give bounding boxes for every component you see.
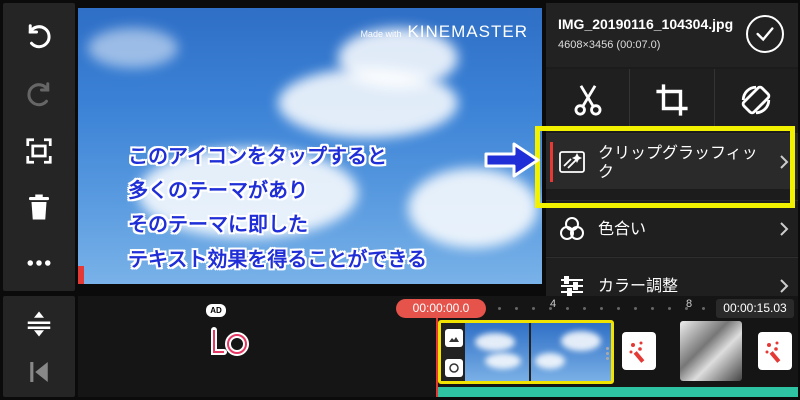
ruler-tick-4: 4: [550, 298, 557, 310]
magic-wand-icon: [765, 341, 781, 363]
watermark: Made with KINEMASTER: [360, 22, 528, 42]
menu-icon-wrap: [546, 275, 598, 297]
done-button[interactable]: [746, 15, 784, 53]
effect-icon: [445, 359, 463, 377]
playhead[interactable]: [436, 318, 438, 397]
crop-icon: [656, 84, 688, 116]
transition-button[interactable]: [758, 332, 792, 370]
annotation-line-3: そのテーマに即した: [128, 212, 308, 236]
lo-logo-icon: [211, 327, 249, 356]
clip-thumbnail: [531, 323, 611, 381]
redo-icon: [27, 82, 50, 107]
delete-button[interactable]: [3, 183, 75, 231]
annotation-line-2: 多くのテーマがあり: [128, 178, 308, 202]
color-adjust-icon: [561, 275, 583, 296]
undo-icon: [28, 24, 51, 49]
annotation-line-4: テキスト効果を得ることができる: [128, 247, 427, 271]
menu-color-filter[interactable]: 色合い: [546, 200, 798, 256]
timeline-clip-selected[interactable]: [438, 320, 614, 384]
split-button[interactable]: [546, 69, 631, 131]
more-icon: [27, 260, 51, 266]
crop-button[interactable]: [630, 69, 715, 131]
chevron-right-icon: [770, 221, 798, 237]
undo-button[interactable]: [3, 13, 75, 61]
timeline-controls: [3, 296, 75, 397]
more-button[interactable]: [3, 239, 75, 287]
annotation-arrow-icon: [484, 142, 540, 178]
ad-badge: AD: [206, 304, 226, 317]
magic-wand-icon: [629, 341, 645, 363]
image-icon: [445, 329, 463, 347]
chevron-right-icon: [770, 278, 798, 294]
annotation-highlight-box: [535, 126, 795, 208]
jump-to-start-button[interactable]: [3, 348, 75, 396]
rotate-button[interactable]: [714, 69, 798, 131]
ruler-tick-8: 8: [686, 298, 693, 310]
audio-track-bar[interactable]: [438, 387, 798, 397]
clip-thumbnail: [465, 323, 529, 381]
cloud: [88, 28, 178, 68]
fit-screen-button[interactable]: [3, 127, 75, 175]
left-toolbar: [3, 3, 75, 291]
annotation-line-1: このアイコンをタップすると: [128, 144, 387, 168]
scissors-icon: [574, 85, 602, 116]
menu-label: カラー調整: [598, 276, 679, 295]
transition-button[interactable]: [622, 332, 656, 370]
watermark-small: Made with: [360, 29, 402, 39]
menu-label: 色合い: [598, 219, 647, 238]
clip-drag-handle[interactable]: [606, 347, 609, 360]
watermark-brand: KINEMASTER: [407, 22, 528, 41]
clip-file-name: IMG_20190116_104304.jpg: [558, 16, 734, 32]
trash-icon: [29, 194, 49, 220]
jump-to-start-icon: [30, 362, 48, 382]
expand-timeline-icon: [27, 311, 51, 337]
current-time: 00:00:00.0: [396, 299, 486, 318]
check-icon: [756, 27, 774, 42]
preview-marker: [78, 266, 84, 284]
clip-type-icons: [445, 329, 465, 381]
redo-button[interactable]: [3, 71, 75, 119]
timeline[interactable]: AD 4 8 00:00:00.0 00:00:15.03: [78, 296, 798, 397]
color-filter-icon: [560, 216, 584, 240]
timeline-clip-bw[interactable]: [680, 321, 742, 381]
expand-timeline-button[interactable]: [3, 300, 75, 348]
clip-action-row: [546, 69, 798, 131]
clip-header: IMG_20190116_104304.jpg 4608×3456 (00:07…: [546, 3, 798, 67]
app-window: Made with KINEMASTER IMG_20190116_104304…: [0, 0, 800, 400]
rotate-icon: [742, 85, 771, 115]
total-time: 00:00:15.03: [716, 299, 794, 318]
menu-icon-wrap: [546, 215, 598, 243]
clip-meta: 4608×3456 (00:07.0): [558, 39, 661, 51]
fullscreen-icon: [26, 138, 52, 164]
